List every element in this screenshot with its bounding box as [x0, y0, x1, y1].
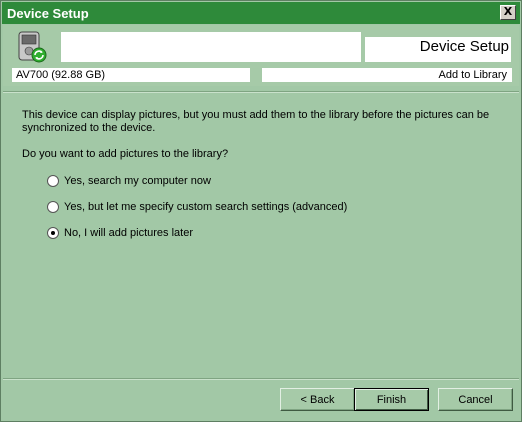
header-separator [3, 91, 519, 93]
radio-search-now[interactable] [47, 175, 59, 187]
question-text: Do you want to add pictures to the libra… [22, 148, 229, 160]
description-text: This device can display pictures, but yo… [22, 109, 490, 134]
option-label: No, I will add pictures later [64, 227, 193, 239]
header-banner-left [61, 32, 361, 62]
title-bar[interactable]: Device Setup X [2, 2, 520, 24]
device-name: AV700 (92.88 GB) [16, 69, 106, 81]
option-custom-search[interactable]: Yes, but let me specify custom search se… [47, 201, 347, 213]
footer-separator [3, 378, 519, 380]
header-title: Device Setup [419, 38, 509, 55]
portable-device-icon [18, 31, 47, 63]
back-button[interactable]: < Back [280, 388, 355, 411]
option-label: Yes, but let me specify custom search se… [64, 201, 348, 213]
radio-custom-search[interactable] [47, 201, 59, 213]
device-setup-dialog: Device Setup X Device Setup AV700 (92.88… [0, 0, 522, 422]
cancel-button[interactable]: Cancel [438, 388, 513, 411]
option-label: Yes, search my computer now [64, 175, 211, 187]
option-search-now[interactable]: Yes, search my computer now [47, 175, 211, 187]
wizard-header: Device Setup AV700 (92.88 GB) Add to Lib… [3, 25, 519, 86]
window-title: Device Setup [7, 5, 89, 21]
step-label: Add to Library [438, 69, 507, 81]
radio-add-later[interactable] [47, 227, 59, 239]
finish-button[interactable]: Finish [354, 388, 429, 411]
close-button[interactable]: X [500, 5, 516, 20]
option-add-later[interactable]: No, I will add pictures later [47, 227, 193, 239]
